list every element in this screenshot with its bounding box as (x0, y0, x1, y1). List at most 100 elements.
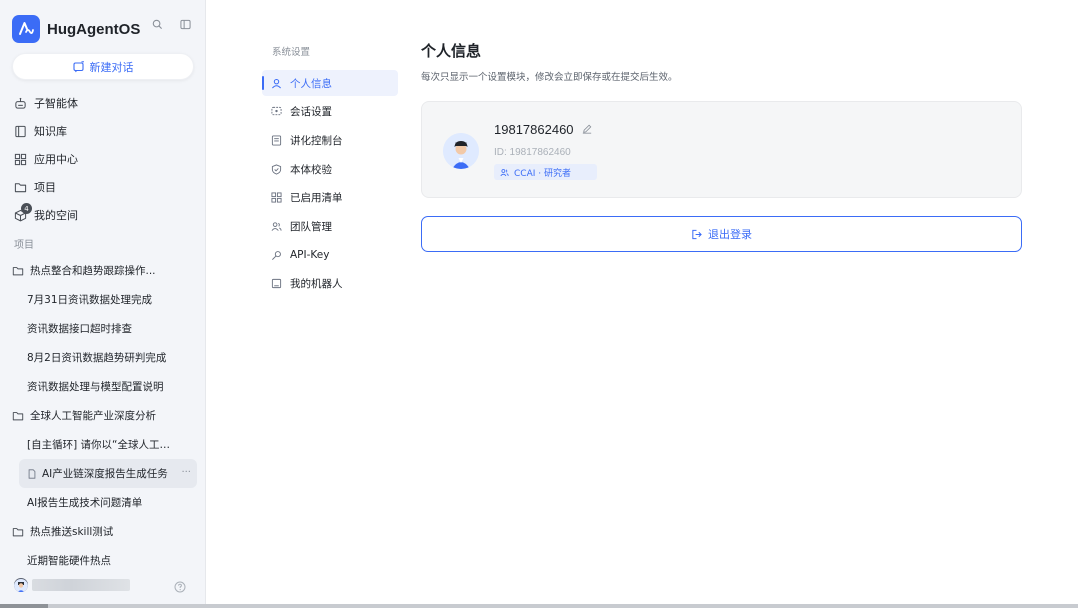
settings-item-session[interactable]: 会话设置 (262, 99, 398, 125)
settings-title: 系统设置 (272, 47, 311, 58)
settings-item-label: 我的机器人 (290, 278, 343, 291)
new-chat-button[interactable]: 新建对话 (12, 53, 194, 80)
avatar (443, 133, 479, 169)
task-label: 资讯数据接口超时排查 (27, 323, 132, 335)
project-folder[interactable]: 热点推送skill测试 (10, 517, 200, 546)
folder-icon (13, 180, 27, 194)
settings-item-label: 个人信息 (290, 77, 332, 90)
project-task[interactable]: 近期智能硬件热点 (10, 546, 200, 575)
sidebar-nav: 子智能体 知识库 应用中心 项目 4 我的空间 (13, 89, 198, 229)
cube-icon: 4 (13, 203, 32, 222)
settings-item-label: 本体校验 (290, 163, 332, 176)
logout-label: 退出登录 (708, 228, 752, 241)
task-label: AI报告生成技术问题清单 (27, 497, 143, 509)
notification-badge: 4 (21, 203, 32, 214)
book-icon (13, 124, 27, 138)
bot-icon (271, 278, 282, 289)
task-label: 7月31日资讯数据处理完成 (27, 294, 153, 306)
settings-item-label: 已启用清单 (290, 192, 343, 205)
sidebar-item-my-space[interactable]: 4 我的空间 (13, 201, 198, 229)
project-task-active[interactable]: AI产业链深度报告生成任务 ··· (19, 459, 197, 488)
brand[interactable]: HugAgentOS (12, 15, 140, 43)
profile-card: 19817862460 ID: 19817862460 CCAI · 研究者 (421, 101, 1022, 198)
project-task[interactable]: [自主循环] 请你以“全球人工智... (10, 430, 200, 459)
sidebar-item-label: 知识库 (34, 125, 67, 138)
project-task[interactable]: 资讯数据处理与模型配置说明 (10, 372, 200, 401)
app-name: HugAgentOS (47, 20, 141, 38)
settings-item-label: 讲化控制台 (290, 134, 343, 147)
project-name: 热点推送skill测试 (30, 526, 114, 538)
settings-item-my-bot[interactable]: 我的机器人 (262, 271, 398, 297)
project-folder[interactable]: 全球人工智能产业深度分析 (10, 401, 200, 430)
task-label: 资讯数据处理与模型配置说明 (27, 381, 164, 393)
folder-icon (12, 411, 24, 420)
grid-list-icon (271, 192, 282, 203)
brand-tools (150, 17, 192, 31)
project-name: 全球人工智能产业深度分析 (30, 410, 156, 422)
sidebar-item-label: 我的空间 (34, 209, 78, 222)
folder-icon (12, 266, 24, 275)
team-icon (271, 221, 282, 232)
user-id: ID: 19817862460 (494, 147, 571, 158)
help-icon[interactable] (174, 578, 188, 593)
task-label: 8月2日资讯数据趋势研判完成 (27, 352, 167, 364)
app-window: HugAgentOS 新建对话 子智能体 知识库 应用中心 项目 4 我的空间 … (0, 0, 1078, 608)
console-icon (271, 135, 282, 146)
search-icon[interactable] (150, 17, 164, 31)
project-list: 热点整合和趋势跟踪操作... 7月31日资讯数据处理完成 资讯数据接口超时排查 … (10, 256, 200, 575)
page-description: 每次只显示一个设置模块，修改会立即保存或在提交后生效。 (421, 72, 678, 83)
settings-item-console[interactable]: 讲化控制台 (262, 127, 398, 153)
settings-item-team[interactable]: 团队管理 (262, 213, 398, 239)
project-task[interactable]: 资讯数据接口超时排查 (10, 314, 200, 343)
apps-grid-icon (13, 152, 27, 166)
avatar (14, 578, 28, 592)
logout-button[interactable]: 退出登录 (421, 216, 1022, 252)
user-bar[interactable] (14, 575, 192, 595)
sidebar-item-knowledge-base[interactable]: 知识库 (13, 117, 198, 145)
chat-settings-icon (271, 106, 282, 117)
project-task[interactable]: 7月31日资讯数据处理完成 (10, 285, 200, 314)
more-options-icon[interactable]: ··· (181, 467, 191, 478)
document-icon (28, 468, 36, 479)
shield-icon (271, 163, 282, 175)
projects-section-label: 项目 (14, 240, 34, 251)
key-icon (271, 250, 282, 261)
phone-number-text: 19817862460 (494, 122, 574, 137)
project-name: 热点整合和趋势跟踪操作... (30, 265, 156, 277)
new-chat-icon (72, 60, 84, 72)
sidebar-item-sub-agents[interactable]: 子智能体 (13, 89, 198, 117)
user-icon (271, 78, 282, 89)
profile-panel: 个人信息 每次只显示一个设置模块，修改会立即保存或在提交后生效。 1981786… (421, 40, 1022, 252)
window-bottom-edge (0, 604, 1078, 608)
sidebar-item-app-center[interactable]: 应用中心 (13, 145, 198, 173)
sidebar-item-label: 子智能体 (34, 97, 78, 110)
settings-item-enabled-list[interactable]: 已启用清单 (262, 185, 398, 211)
phone-number: 19817862460 (494, 122, 592, 137)
role-badge-text: CCAI · 研究者 (514, 168, 571, 179)
project-task[interactable]: AI报告生成技术问题清单 (10, 488, 200, 517)
settings-item-label: 会话设置 (290, 106, 332, 119)
app-logo-icon (12, 15, 40, 43)
sidebar: HugAgentOS 新建对话 子智能体 知识库 应用中心 项目 4 我的空间 … (0, 0, 206, 608)
sidebar-item-label: 应用中心 (34, 153, 78, 166)
project-task[interactable]: 8月2日资讯数据趋势研判完成 (10, 343, 200, 372)
settings-item-label: API-Key (290, 249, 330, 262)
settings-item-ontology-check[interactable]: 本体校验 (262, 156, 398, 182)
role-badge: CCAI · 研究者 (494, 164, 597, 180)
page-title: 个人信息 (421, 42, 482, 60)
sidebar-item-projects[interactable]: 项目 (13, 173, 198, 201)
task-label: [自主循环] 请你以“全球人工智... (27, 439, 177, 451)
collapse-sidebar-icon[interactable] (178, 17, 192, 31)
task-label: 近期智能硬件热点 (27, 555, 111, 567)
robot-icon (13, 96, 27, 110)
logout-icon (692, 229, 702, 239)
folder-icon (12, 527, 24, 536)
project-folder[interactable]: 热点整合和趋势跟踪操作... (10, 256, 200, 285)
username-redacted (32, 579, 130, 591)
settings-item-api-key[interactable]: API-Key (262, 242, 398, 268)
edit-icon[interactable] (582, 122, 592, 137)
settings-item-label: 团队管理 (290, 220, 332, 233)
settings-item-profile[interactable]: 个人信息 (262, 70, 398, 96)
settings-nav: 系统设置 个人信息 会话设置 讲化控制台 本体校验 已启用清单 团队管理 API… (262, 44, 398, 300)
team-icon (500, 168, 509, 176)
